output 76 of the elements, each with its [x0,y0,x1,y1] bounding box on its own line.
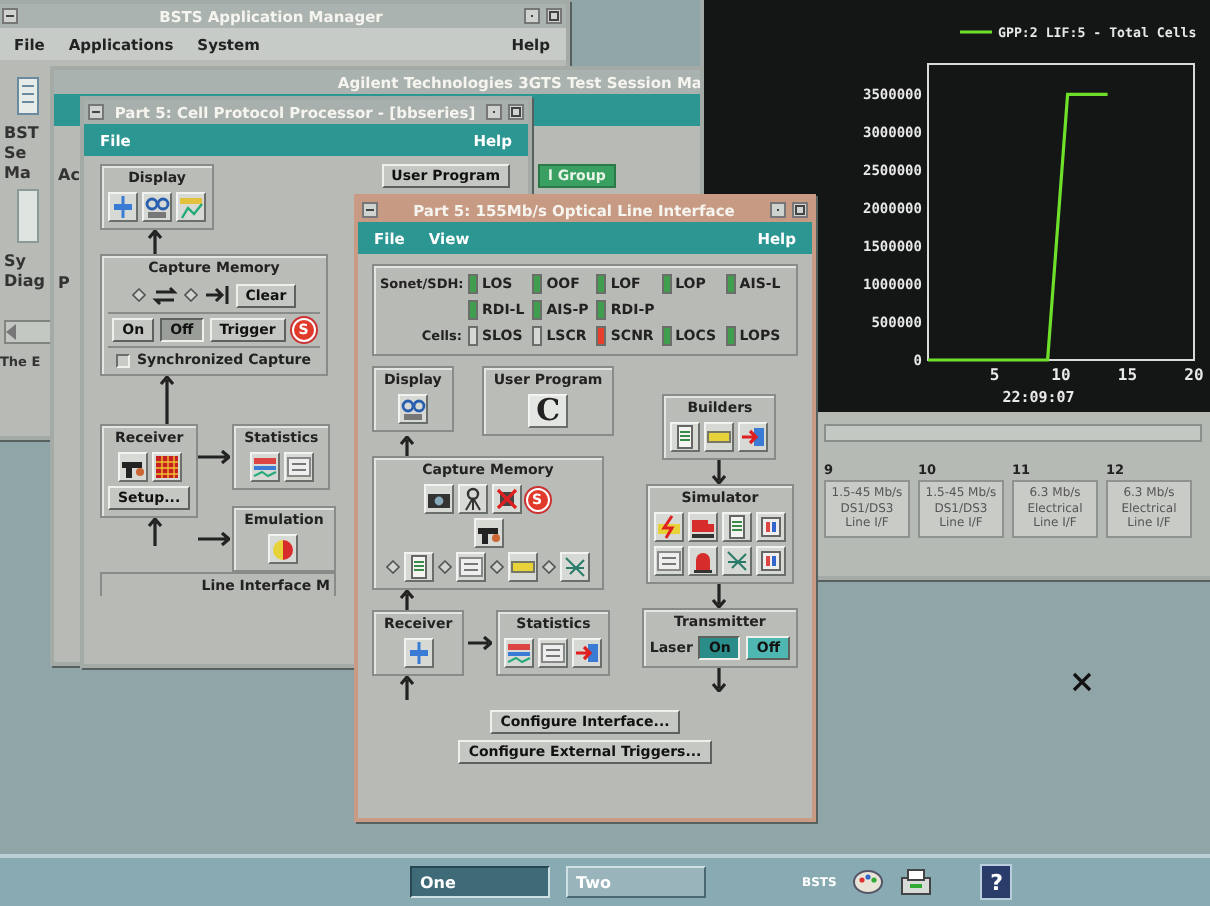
probe-icon[interactable] [473,518,503,548]
alarm-light-icon[interactable] [687,546,718,576]
down-arrow-icon [712,668,727,692]
bar-chart-icon[interactable] [249,452,280,482]
line-chart-icon[interactable] [176,192,206,222]
icon-label: BST [4,124,41,144]
minimize-icon[interactable] [486,104,502,120]
axis-tick-label: 5 [989,366,1000,384]
down-arrow-icon [712,584,727,608]
bar-chart-icon[interactable] [504,638,535,668]
left-arrow-icon[interactable] [6,324,18,340]
chip-icon[interactable] [755,546,786,576]
minimize-icon[interactable] [770,202,786,218]
slider-icon[interactable] [508,552,538,582]
lightning-icon[interactable] [653,512,684,542]
maximize-icon[interactable] [546,8,562,24]
axis-tick-label: 20 [1184,366,1204,384]
truck-icon[interactable] [687,512,718,542]
grid-icon[interactable] [151,452,182,482]
diamond-icon [386,560,400,574]
arrow-into-box-icon[interactable] [572,638,603,668]
counter-icon[interactable] [456,552,486,582]
window-menu-icon[interactable] [88,104,104,120]
arrow-into-box-icon[interactable] [738,422,769,452]
palette-icon[interactable] [852,868,885,896]
diamond-icon [490,560,504,574]
field-label: P [58,274,72,294]
up-arrow-icon [400,590,414,610]
help-button[interactable]: ? [980,864,1013,900]
icon-label: Sy [4,252,28,272]
tripod-icon[interactable] [457,484,487,514]
icon-label: Diag [4,272,48,292]
maximize-icon[interactable] [508,104,524,120]
arrow-to-bar-icon [203,282,230,308]
chip-icon[interactable] [755,512,786,542]
down-arrow-icon [712,460,727,484]
counter-icon[interactable] [538,638,569,668]
linked-nodes-icon[interactable] [142,192,172,222]
field-label: Ac [58,166,82,186]
window-menu-icon[interactable] [2,8,18,24]
slider-icon[interactable] [704,422,735,452]
icon-label: Ma [4,164,33,184]
camera-icon[interactable] [423,484,453,514]
up-arrow-icon [148,230,162,254]
up-arrow-icon [400,436,414,456]
loop-arrows-icon [151,282,178,308]
workspace-button[interactable]: One [410,866,550,898]
counter-icon[interactable] [653,546,684,576]
counter-icon[interactable] [283,452,314,482]
crossed-out-icon[interactable] [491,484,521,514]
diamond-icon [542,560,556,574]
flow-diagram-icon[interactable] [403,638,434,668]
probe-icon[interactable] [117,452,148,482]
minimize-icon[interactable] [524,8,540,24]
right-arrow-icon [198,532,231,546]
up-arrow-icon [160,376,174,424]
printer-icon[interactable] [900,868,933,896]
diamond-icon [131,288,146,302]
mask-icon[interactable] [268,534,299,564]
cursor-icon [1072,672,1092,692]
up-arrow-icon [148,518,162,546]
linked-nodes-icon[interactable] [397,394,428,424]
flow-diagram-icon[interactable] [108,192,138,222]
diamond-icon [183,288,198,302]
axis-tick-label: 10 [1051,366,1071,384]
icon-label: Se [4,144,29,164]
program-button[interactable]: C [528,394,569,428]
up-arrow-icon [400,676,414,700]
scrollbar[interactable] [824,424,1202,442]
checkbox[interactable] [116,353,131,367]
right-arrow-icon [468,636,493,650]
axis-tick-label: 15 [1117,366,1138,384]
maximize-icon[interactable] [792,202,808,218]
right-arrow-icon [198,450,231,464]
window-menu-icon[interactable] [362,202,378,218]
diamond-icon [438,560,452,574]
